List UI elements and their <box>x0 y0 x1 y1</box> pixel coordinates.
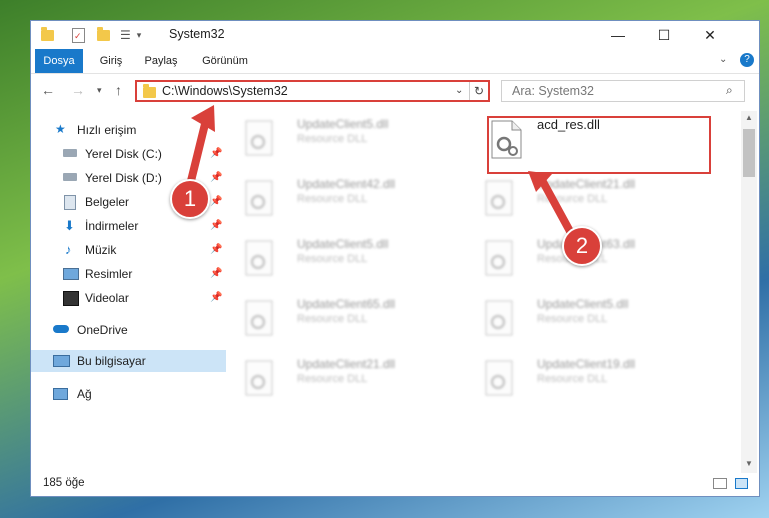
quick-access-toolbar: ✓ ☰ ▾ <box>41 26 141 44</box>
recent-locations-icon[interactable]: ▾ <box>97 85 102 96</box>
help-icon[interactable]: ? <box>740 53 754 67</box>
close-button[interactable]: ✕ <box>687 21 733 49</box>
sidebar-item-music[interactable]: ♪ Müzik 📌 <box>31 239 226 261</box>
folder-icon <box>41 26 54 41</box>
dll-file-icon <box>485 360 515 396</box>
view-icon[interactable]: ☰ <box>120 28 131 42</box>
scroll-up-icon[interactable]: ▲ <box>745 113 753 122</box>
pin-icon[interactable]: 📌 <box>210 268 222 279</box>
file-item[interactable]: UpdateClient21.dll Resource DLL <box>469 173 699 223</box>
sidebar-item-onedrive[interactable]: OneDrive <box>31 319 226 341</box>
cloud-icon <box>53 325 69 333</box>
sidebar-item-videos[interactable]: Videolar 📌 <box>31 287 226 309</box>
tab-file[interactable]: Dosya <box>35 49 83 73</box>
file-item[interactable]: UpdateClient5.dll Resource DLL <box>469 293 699 343</box>
tab-home[interactable]: Giriş <box>91 49 131 73</box>
dll-file-icon <box>485 180 515 216</box>
dll-file-icon <box>485 300 515 336</box>
sidebar-item-local-disk-c[interactable]: Yerel Disk (C:) 📌 <box>31 143 226 165</box>
pin-icon[interactable]: 📌 <box>210 148 222 159</box>
drive-icon <box>63 149 77 157</box>
pin-icon[interactable]: 📌 <box>210 220 222 231</box>
navigation-pane: ★ Hızlı erişim Yerel Disk (C:) 📌 Yerel D… <box>31 109 226 469</box>
sidebar-item-downloads[interactable]: ⬇ İndirmeler 📌 <box>31 215 226 237</box>
sidebar-item-this-pc[interactable]: Bu bilgisayar <box>31 350 226 372</box>
scroll-down-icon[interactable]: ▼ <box>745 459 753 468</box>
drive-icon <box>63 173 77 181</box>
vertical-scrollbar[interactable]: ▲ ▼ <box>741 111 757 473</box>
scrollbar-thumb[interactable] <box>743 129 755 177</box>
up-arrow-icon[interactable]: ↑ <box>115 82 122 98</box>
address-bar[interactable]: C:\Windows\System32 ⌄ ↻ <box>135 80 490 102</box>
folder-icon <box>143 84 156 98</box>
documents-icon <box>64 195 76 210</box>
dll-file-icon <box>245 120 275 156</box>
dll-file-icon <box>245 360 275 396</box>
computer-icon <box>53 355 70 367</box>
file-item[interactable]: UpdateClient21.dll Resource DLL <box>229 353 459 403</box>
large-icons-view-icon[interactable] <box>735 478 748 489</box>
sidebar-item-quick-access[interactable]: ★ Hızlı erişim <box>31 119 226 141</box>
file-item[interactable]: UpdateClient65.dll Resource DLL <box>229 293 459 343</box>
search-box[interactable]: Ara: System32 ⌕ <box>501 80 745 102</box>
music-icon: ♪ <box>65 242 72 257</box>
status-bar: 185 öğe <box>31 473 759 496</box>
file-highlight-box <box>487 116 711 174</box>
tab-view[interactable]: Görünüm <box>195 49 255 73</box>
dll-file-icon <box>245 240 275 276</box>
dll-file-icon <box>245 180 275 216</box>
navigation-bar: ← → ▾ ↑ C:\Windows\System32 ⌄ ↻ Ara: Sys… <box>31 73 759 109</box>
annotation-badge-1: 1 <box>170 179 210 219</box>
tab-share[interactable]: Paylaş <box>139 49 183 73</box>
pin-icon[interactable]: 📌 <box>210 292 222 303</box>
download-icon: ⬇ <box>64 218 75 233</box>
window-title: System32 <box>169 27 225 41</box>
file-item[interactable]: UpdateClient5.dll Resource DLL <box>229 233 459 283</box>
file-explorer-window: ✓ ☰ ▾ System32 — ☐ ✕ Dosya Giriş Paylaş … <box>30 20 760 497</box>
search-icon[interactable]: ⌕ <box>726 83 733 98</box>
new-folder-icon[interactable] <box>97 26 110 41</box>
pictures-icon <box>63 268 79 280</box>
refresh-icon[interactable]: ↻ <box>469 82 488 100</box>
sidebar-item-pictures[interactable]: Resimler 📌 <box>31 263 226 285</box>
item-count: 185 öğe <box>43 477 85 489</box>
customize-dropdown-icon[interactable]: ▾ <box>137 30 142 41</box>
dll-file-icon <box>485 240 515 276</box>
file-item[interactable]: UpdateClient5.dll Resource DLL <box>229 113 459 163</box>
file-item[interactable]: UpdateClient19.dll Resource DLL <box>469 353 699 403</box>
minimize-button[interactable]: — <box>595 21 641 49</box>
annotation-badge-2: 2 <box>562 226 602 266</box>
ribbon-tabs: Dosya Giriş Paylaş Görünüm ? ⌄ <box>31 49 759 74</box>
address-path: C:\Windows\System32 <box>162 84 288 98</box>
back-arrow-icon[interactable]: ← <box>41 82 55 98</box>
pin-icon[interactable]: 📌 <box>210 244 222 255</box>
star-icon: ★ <box>55 122 66 136</box>
address-dropdown-icon[interactable]: ⌄ <box>455 85 463 96</box>
forward-arrow-icon[interactable]: → <box>71 82 85 98</box>
search-placeholder: Ara: System32 <box>512 84 594 98</box>
expand-ribbon-icon[interactable]: ⌄ <box>719 54 727 65</box>
properties-icon[interactable]: ✓ <box>72 27 85 43</box>
maximize-button[interactable]: ☐ <box>641 21 687 49</box>
file-list: UpdateClient5.dll Resource DLL acd_res.d… <box>229 109 741 471</box>
pin-icon[interactable]: 📌 <box>210 172 222 183</box>
pin-icon[interactable]: 📌 <box>210 196 222 207</box>
network-icon <box>53 388 68 400</box>
file-item[interactable]: UpdateClient42.dll Resource DLL <box>229 173 459 223</box>
title-bar: ✓ ☰ ▾ System32 — ☐ ✕ <box>31 21 759 49</box>
details-view-icon[interactable] <box>713 478 727 489</box>
dll-file-icon <box>245 300 275 336</box>
videos-icon <box>63 291 79 306</box>
sidebar-item-network[interactable]: Ağ <box>31 383 226 405</box>
